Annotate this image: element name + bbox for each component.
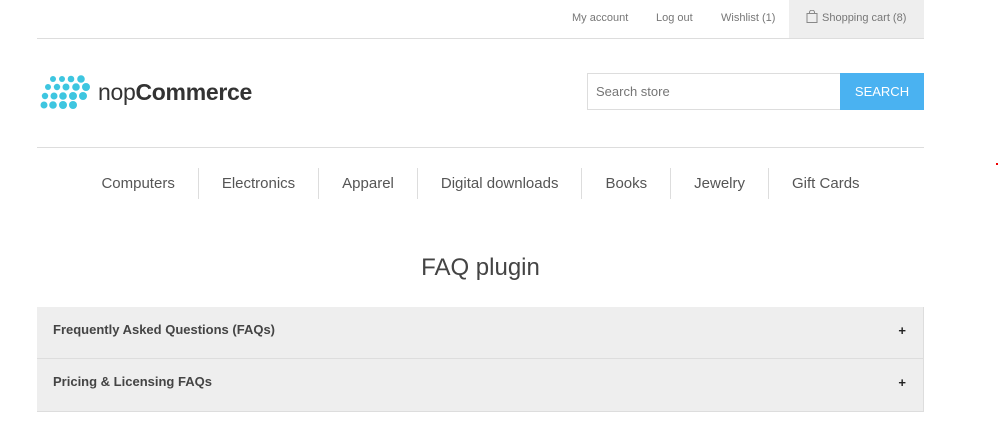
- faq-accordion: Frequently Asked Questions (FAQs) + Pric…: [37, 307, 924, 412]
- faq-section-header[interactable]: Frequently Asked Questions (FAQs) +: [37, 307, 924, 359]
- top-menu: Computers Electronics Apparel Digital do…: [37, 168, 924, 199]
- menu-item-gift-cards[interactable]: Gift Cards: [768, 168, 883, 199]
- logo-brand: Commerce: [135, 79, 252, 105]
- page-title: FAQ plugin: [421, 254, 540, 281]
- nav-divider: [37, 147, 924, 148]
- header-links: My account Log out Wishlist (1) Shopping…: [37, 0, 924, 39]
- faq-section-title: Frequently Asked Questions (FAQs): [53, 322, 276, 337]
- search-button[interactable]: Search: [840, 73, 924, 110]
- menu-item-apparel[interactable]: Apparel: [318, 168, 417, 199]
- wishlist-link[interactable]: Wishlist (1): [721, 0, 775, 38]
- menu-item-electronics[interactable]: Electronics: [197, 168, 318, 199]
- menu-item-jewelry[interactable]: Jewelry: [670, 168, 768, 199]
- expand-plus-icon[interactable]: +: [898, 324, 906, 338]
- my-account-link[interactable]: My account: [572, 0, 628, 38]
- faq-section-header[interactable]: Pricing & Licensing FAQs +: [37, 359, 924, 412]
- faq-section-title: Pricing & Licensing FAQs: [53, 374, 212, 389]
- menu-item-digital-downloads[interactable]: Digital downloads: [416, 168, 582, 199]
- logo-prefix: nop: [98, 79, 136, 105]
- search-input[interactable]: [587, 73, 840, 110]
- menu-item-computers[interactable]: Computers: [78, 168, 197, 199]
- expand-plus-icon[interactable]: +: [898, 376, 906, 390]
- store-logo[interactable]: nopCommerce: [39, 74, 252, 110]
- shopping-cart-link[interactable]: Shopping cart (8): [789, 0, 924, 38]
- stray-dot: [996, 163, 998, 165]
- log-out-link[interactable]: Log out: [656, 0, 693, 38]
- menu-item-books[interactable]: Books: [581, 168, 670, 199]
- logo-dots-icon: [40, 75, 90, 109]
- logo-text: nopCommerce: [98, 74, 252, 110]
- shopping-bag-icon: [806, 10, 818, 23]
- shopping-cart-label: Shopping cart (8): [822, 12, 907, 24]
